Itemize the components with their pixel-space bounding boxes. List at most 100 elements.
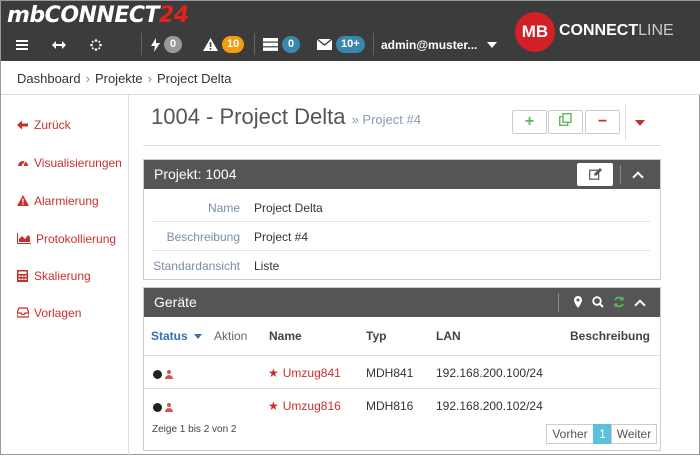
chevron-right-icon: › xyxy=(147,71,152,86)
remove-button[interactable]: − xyxy=(585,110,620,134)
property-label: Beschreibung xyxy=(166,230,240,244)
column-label: Status xyxy=(151,329,188,343)
map-marker-icon xyxy=(574,295,582,311)
property-label: Standardansicht xyxy=(153,259,240,273)
sidebar-item-label: Visualisierungen xyxy=(34,156,122,170)
status-cell xyxy=(153,400,173,414)
column-name[interactable]: Name xyxy=(269,329,302,343)
table-row[interactable]: ★ Umzug816 MDH816 192.168.200.102/24 xyxy=(144,388,660,421)
page-subtitle: » Project #4 xyxy=(351,112,421,127)
warning-icon xyxy=(17,195,29,207)
property-row: Beschreibung Project #4 xyxy=(152,222,650,251)
search-button[interactable] xyxy=(592,288,604,317)
messages-indicator[interactable]: 10+ xyxy=(317,36,365,53)
divider xyxy=(254,33,255,55)
user-menu[interactable]: admin@muster... xyxy=(381,38,498,52)
hamburger-icon[interactable] xyxy=(15,39,29,51)
breadcrumb-current: Project Delta xyxy=(157,71,232,86)
sidebar-item-protokollierung[interactable]: Protokollierung xyxy=(17,232,116,246)
logo-accent: 24 xyxy=(159,3,189,28)
brand-name: CONNECTLINE xyxy=(559,22,674,40)
map-marker-button[interactable] xyxy=(574,288,582,317)
star-icon: ★ xyxy=(268,366,279,380)
collapse-button[interactable] xyxy=(634,288,646,317)
sidebar-item-label: Alarmierung xyxy=(34,194,99,208)
divider xyxy=(625,104,626,140)
devices-badge: 0 xyxy=(282,36,300,53)
sidebar-item-label: Skalierung xyxy=(34,269,91,283)
divider xyxy=(143,145,661,146)
breadcrumb-dashboard[interactable]: Dashboard xyxy=(17,71,81,86)
column-aktion: Aktion xyxy=(214,329,248,343)
star-icon: ★ xyxy=(268,399,279,413)
add-button[interactable]: + xyxy=(512,110,547,134)
sidebar-item-zurueck[interactable]: Zurück xyxy=(17,118,71,132)
warning-icon xyxy=(203,38,218,51)
events-indicator[interactable]: 0 xyxy=(151,36,182,53)
brand-logo: MB xyxy=(515,12,555,52)
alarms-badge: 10 xyxy=(222,36,245,53)
sidebar-item-alarmierung[interactable]: Alarmierung xyxy=(17,194,99,208)
envelope-icon xyxy=(317,39,332,50)
column-beschreibung[interactable]: Beschreibung xyxy=(570,329,650,343)
panel-header: Geräte xyxy=(144,288,660,317)
pagination-info: Zeige 1 bis 2 von 2 xyxy=(152,424,237,435)
devices-panel: Geräte Status Aktion Name Typ LAN Beschr… xyxy=(143,287,661,451)
page-title: 1004 - Project Delta » Project #4 xyxy=(151,104,421,130)
caret-down-icon[interactable] xyxy=(635,120,645,126)
alarms-indicator[interactable]: 10 xyxy=(203,36,245,53)
pagination-prev[interactable]: Vorher xyxy=(546,424,594,444)
search-icon xyxy=(592,295,604,311)
lightning-icon xyxy=(151,37,160,52)
sidebar-item-vorlagen[interactable]: Vorlagen xyxy=(16,306,81,320)
breadcrumb-projekte[interactable]: Projekte xyxy=(95,71,143,86)
refresh-button[interactable] xyxy=(613,288,625,317)
divider xyxy=(620,165,621,184)
calculator-icon xyxy=(17,270,29,282)
chevron-right-icon: › xyxy=(85,71,90,86)
table-row[interactable]: ★ Umzug841 MDH841 192.168.200.100/24 xyxy=(144,355,660,388)
arrow-left-icon xyxy=(17,119,29,131)
edit-button[interactable] xyxy=(577,163,613,186)
area-chart-icon xyxy=(17,233,31,245)
pagination-next[interactable]: Weiter xyxy=(611,424,657,444)
top-bar: mbCONNECT24 0 10 0 10+ admin@muster... M… xyxy=(1,1,700,61)
property-row: Name Project Delta xyxy=(152,193,650,222)
breadcrumb: Dashboard › Projekte › Project Delta xyxy=(1,61,700,95)
device-name: Umzug841 xyxy=(282,366,341,380)
sidebar: Zurück Visualisierungen Alarmierung Prot… xyxy=(1,95,129,456)
user-name: admin@muster... xyxy=(381,38,478,52)
dashboard-icon xyxy=(17,157,29,169)
lan-cell: 192.168.200.100/24 xyxy=(436,366,543,380)
devices-indicator[interactable]: 0 xyxy=(263,36,300,53)
name-cell[interactable]: ★ Umzug816 xyxy=(268,399,341,413)
edit-icon xyxy=(588,167,602,183)
status-cell xyxy=(153,367,173,381)
copy-button[interactable] xyxy=(548,110,583,134)
expand-horizontal-icon[interactable] xyxy=(51,39,67,51)
sidebar-item-label: Protokollierung xyxy=(36,232,117,246)
name-cell[interactable]: ★ Umzug841 xyxy=(268,366,341,380)
copy-icon xyxy=(558,112,572,131)
property-row: Standardansicht Liste xyxy=(152,251,650,280)
table-header: Status Aktion Name Typ LAN Beschreibung xyxy=(144,317,660,355)
sidebar-item-label: Zurück xyxy=(34,118,71,132)
sidebar-item-visualisierungen[interactable]: Visualisierungen xyxy=(17,156,122,170)
chevron-up-icon xyxy=(632,170,644,183)
logo-text: mbCONNECT xyxy=(7,3,160,28)
column-lan[interactable]: LAN xyxy=(436,329,461,343)
messages-badge: 10+ xyxy=(336,36,365,53)
events-badge: 0 xyxy=(164,36,182,53)
panel-title: Projekt: 1004 xyxy=(154,166,237,182)
device-name: Umzug816 xyxy=(282,399,341,413)
pagination-page[interactable]: 1 xyxy=(593,424,612,444)
sidebar-item-skalierung[interactable]: Skalierung xyxy=(17,269,91,283)
spinner-icon[interactable] xyxy=(89,38,103,52)
property-value: Liste xyxy=(254,259,280,273)
panel-header: Projekt: 1004 xyxy=(144,160,660,189)
column-status[interactable]: Status xyxy=(151,329,202,343)
collapse-button[interactable] xyxy=(632,160,644,189)
app-logo[interactable]: mbCONNECT24 xyxy=(7,3,189,28)
brand-connect: CONNECT xyxy=(559,22,639,39)
column-typ[interactable]: Typ xyxy=(366,329,386,343)
